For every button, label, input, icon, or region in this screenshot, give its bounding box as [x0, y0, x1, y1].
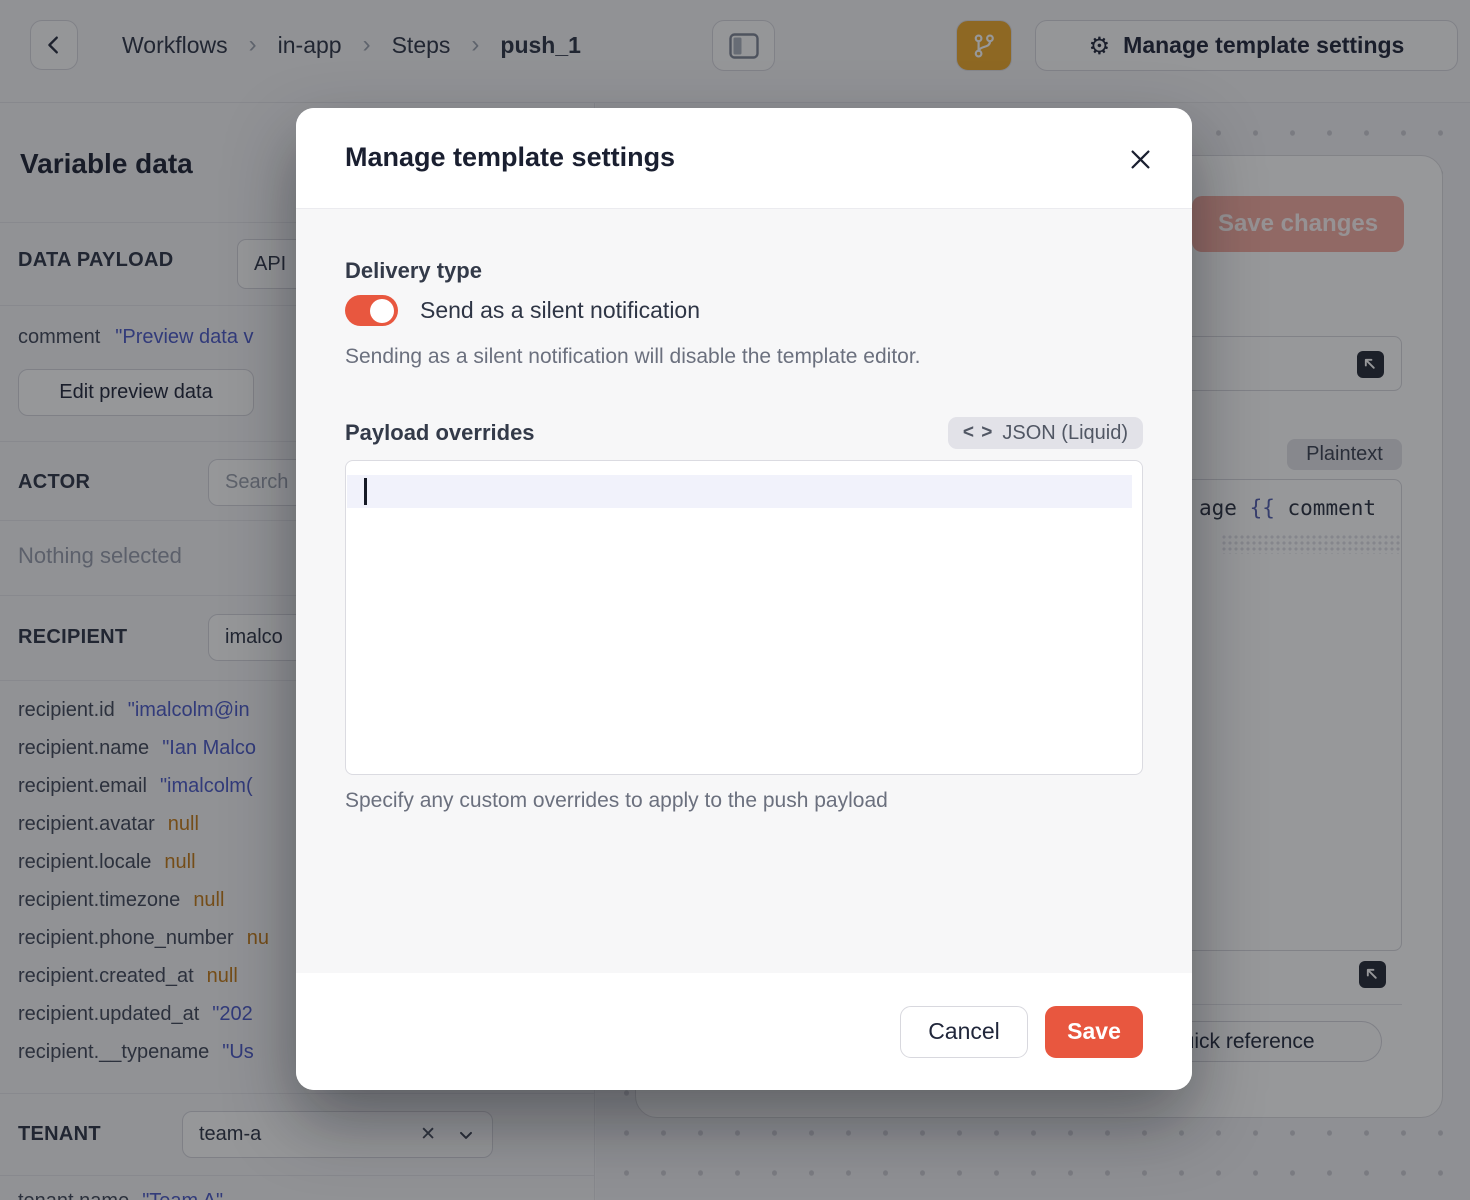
payload-helper-text: Specify any custom overrides to apply to… [345, 789, 888, 813]
syntax-badge: < > JSON (Liquid) [948, 417, 1143, 449]
editor-active-line [347, 475, 1132, 508]
save-label: Save [1067, 1018, 1121, 1044]
syntax-badge-label: JSON (Liquid) [1002, 422, 1128, 445]
delivery-type-label: Delivery type [345, 258, 482, 284]
save-button[interactable]: Save [1045, 1006, 1143, 1058]
toggle-knob [370, 299, 394, 323]
cancel-button[interactable]: Cancel [900, 1006, 1028, 1058]
cancel-label: Cancel [928, 1018, 1000, 1044]
close-button[interactable] [1122, 141, 1158, 177]
manage-template-settings-modal: Manage template settings Delivery type S… [296, 108, 1192, 1090]
text-cursor [364, 478, 367, 505]
modal-footer: Cancel Save [296, 973, 1192, 1090]
payload-overrides-label: Payload overrides [345, 420, 535, 446]
payload-overrides-editor[interactable] [345, 460, 1143, 775]
modal-header: Manage template settings [296, 108, 1192, 209]
delivery-helper-text: Sending as a silent notification will di… [345, 345, 921, 369]
silent-notification-label: Send as a silent notification [420, 297, 700, 324]
silent-notification-row: Send as a silent notification [345, 295, 700, 326]
close-icon [1127, 146, 1154, 173]
modal-title: Manage template settings [345, 142, 675, 173]
code-brackets-icon: < > [963, 422, 993, 444]
silent-notification-toggle[interactable] [345, 295, 398, 326]
